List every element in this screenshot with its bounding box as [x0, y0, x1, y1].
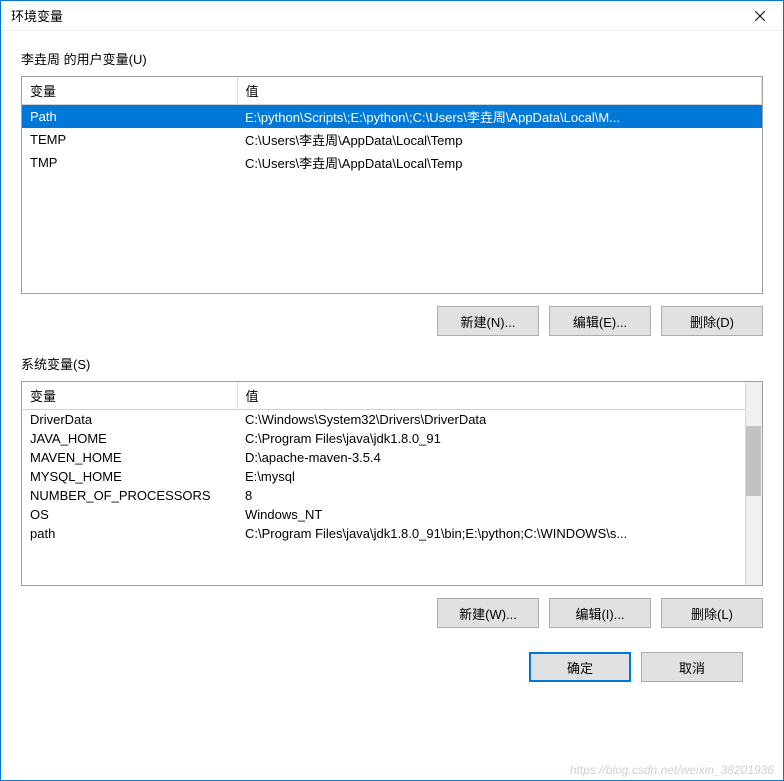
close-icon [755, 11, 765, 21]
system-vars-label: 系统变量(S) [21, 354, 763, 373]
cell-val: C:\Users\李垚周\AppData\Local\Temp [237, 151, 762, 174]
table-row[interactable]: DriverDataC:\Windows\System32\Drivers\Dr… [22, 410, 762, 430]
col-header-val[interactable]: 值 [237, 382, 762, 410]
env-vars-dialog: 环境变量 李垚周 的用户变量(U) 变量 值 [0, 0, 784, 781]
col-header-var[interactable]: 变量 [22, 77, 237, 105]
table-row[interactable]: MAVEN_HOMED:\apache-maven-3.5.4 [22, 448, 762, 467]
scroll-thumb[interactable] [746, 426, 761, 496]
cell-var: TEMP [22, 128, 237, 151]
system-vars-buttons: 新建(W)... 编辑(I)... 删除(L) [21, 598, 763, 628]
cell-var: MYSQL_HOME [22, 467, 237, 486]
close-button[interactable] [737, 1, 783, 31]
delete-user-var-button[interactable]: 删除(D) [661, 306, 763, 336]
table-row[interactable]: MYSQL_HOMEE:\mysql [22, 467, 762, 486]
user-vars-table: 变量 值 Path E:\python\Scripts\;E:\python\;… [22, 77, 762, 174]
system-vars-section: 系统变量(S) 变量 值 DriverDataC:\Windows\System… [21, 354, 763, 628]
user-vars-section: 李垚周 的用户变量(U) 变量 值 Path E:\python\Scripts… [21, 49, 763, 336]
table-row[interactable]: OSWindows_NT [22, 505, 762, 524]
new-user-var-button[interactable]: 新建(N)... [437, 306, 539, 336]
cell-var: JAVA_HOME [22, 429, 237, 448]
cell-var: path [22, 524, 237, 543]
cell-val: C:\Users\李垚周\AppData\Local\Temp [237, 128, 762, 151]
cell-val: E:\mysql [237, 467, 762, 486]
system-vars-list[interactable]: 变量 值 DriverDataC:\Windows\System32\Drive… [21, 381, 763, 586]
cell-var: OS [22, 505, 237, 524]
cell-var: TMP [22, 151, 237, 174]
user-vars-list[interactable]: 变量 值 Path E:\python\Scripts\;E:\python\;… [21, 76, 763, 294]
delete-system-var-button[interactable]: 删除(L) [661, 598, 763, 628]
cell-val: E:\python\Scripts\;E:\python\;C:\Users\李… [237, 105, 762, 129]
edit-user-var-button[interactable]: 编辑(E)... [549, 306, 651, 336]
content-area: 李垚周 的用户变量(U) 变量 值 Path E:\python\Scripts… [1, 31, 783, 780]
table-row[interactable]: NUMBER_OF_PROCESSORS8 [22, 486, 762, 505]
titlebar: 环境变量 [1, 1, 783, 31]
col-header-val[interactable]: 值 [237, 77, 762, 105]
user-vars-buttons: 新建(N)... 编辑(E)... 删除(D) [21, 306, 763, 336]
cell-var: MAVEN_HOME [22, 448, 237, 467]
cell-val: 8 [237, 486, 762, 505]
table-row[interactable]: Path E:\python\Scripts\;E:\python\;C:\Us… [22, 105, 762, 129]
table-row[interactable]: TEMP C:\Users\李垚周\AppData\Local\Temp [22, 128, 762, 151]
cell-val: Windows_NT [237, 505, 762, 524]
table-row[interactable]: TMP C:\Users\李垚周\AppData\Local\Temp [22, 151, 762, 174]
col-header-var[interactable]: 变量 [22, 382, 237, 410]
user-vars-label: 李垚周 的用户变量(U) [21, 49, 763, 68]
scrollbar[interactable] [745, 382, 762, 585]
cell-var: NUMBER_OF_PROCESSORS [22, 486, 237, 505]
table-row[interactable]: pathC:\Program Files\java\jdk1.8.0_91\bi… [22, 524, 762, 543]
new-system-var-button[interactable]: 新建(W)... [437, 598, 539, 628]
cell-val: C:\Program Files\java\jdk1.8.0_91 [237, 429, 762, 448]
cell-val: C:\Windows\System32\Drivers\DriverData [237, 410, 762, 430]
cell-val: D:\apache-maven-3.5.4 [237, 448, 762, 467]
edit-system-var-button[interactable]: 编辑(I)... [549, 598, 651, 628]
window-title: 环境变量 [11, 6, 63, 25]
table-row[interactable]: JAVA_HOMEC:\Program Files\java\jdk1.8.0_… [22, 429, 762, 448]
ok-button[interactable]: 确定 [529, 652, 631, 682]
cancel-button[interactable]: 取消 [641, 652, 743, 682]
system-vars-table: 变量 值 DriverDataC:\Windows\System32\Drive… [22, 382, 762, 543]
cell-var: DriverData [22, 410, 237, 430]
dialog-footer-buttons: 确定 取消 [21, 646, 763, 682]
cell-var: Path [22, 105, 237, 129]
cell-val: C:\Program Files\java\jdk1.8.0_91\bin;E:… [237, 524, 762, 543]
